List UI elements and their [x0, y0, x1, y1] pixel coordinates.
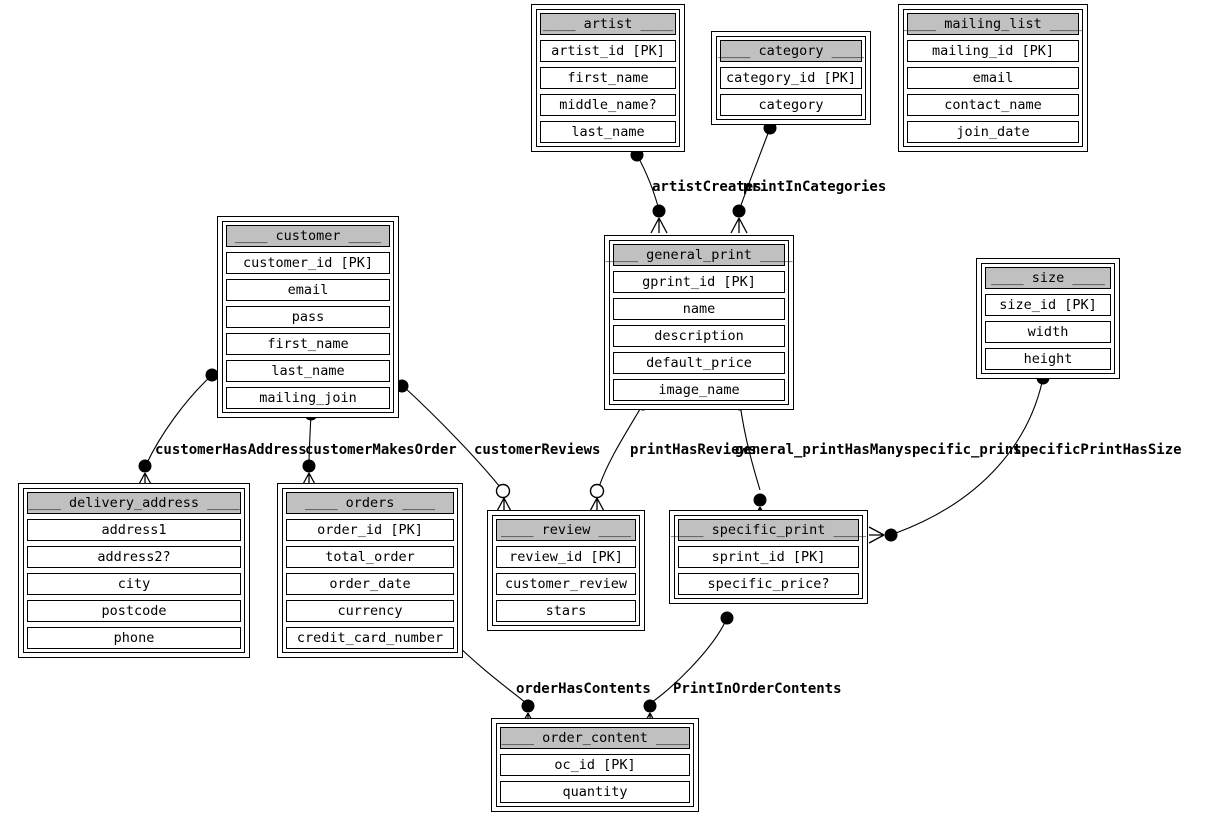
entity-artist-title: ____ artist ____ [540, 13, 676, 35]
entity-category-title: ____ category ____ [718, 40, 864, 62]
entity-delivery-address-attribute: postcode [27, 600, 241, 622]
entity-review-inner: ____ review ____ review_id [PK] customer… [492, 515, 640, 626]
entity-mailing-list-attribute: join_date [907, 121, 1079, 143]
entity-size-attribute: size_id [PK] [985, 294, 1111, 316]
entity-mailing-list-attribute: mailing_id [PK] [907, 40, 1079, 62]
relationship-label-general-print-has-many-specific-print: general_printHasManyspecific_print [735, 442, 1022, 458]
entity-review-attribute: review_id [PK] [496, 546, 636, 568]
relationship-label-printInCategories: printInCategories [743, 179, 887, 195]
entity-customer-inner: ____ customer ____ customer_id [PK] emai… [222, 221, 394, 413]
entity-size-attribute: width [985, 321, 1111, 343]
entity-size-title: ____ size ____ [985, 267, 1111, 289]
entity-review-attribute: customer_review [496, 573, 636, 595]
entity-mailing-list-attribute: email [907, 67, 1079, 89]
relationship-label-orderHasContents: orderHasContents [516, 681, 651, 697]
entity-mailing-list-title: ____ mailing_list ____ [904, 13, 1082, 35]
entity-delivery-address-title: ____ delivery_address ____ [27, 492, 241, 514]
entity-delivery-address-attribute: address2? [27, 546, 241, 568]
entity-customer-attribute: pass [226, 306, 390, 328]
entity-artist-attribute: middle_name? [540, 94, 676, 116]
entity-orders-attribute: order_id [PK] [286, 519, 454, 541]
entity-delivery-address-attribute: address1 [27, 519, 241, 541]
entity-orders-title: ____ orders ____ [286, 492, 454, 514]
entity-mailing-list[interactable]: ____ mailing_list ____ mailing_id [PK] e… [898, 4, 1088, 152]
entity-artist-attribute: artist_id [PK] [540, 40, 676, 62]
entity-review[interactable]: ____ review ____ review_id [PK] customer… [487, 510, 645, 631]
entity-artist-attribute: first_name [540, 67, 676, 89]
entity-review-title: ____ review ____ [496, 519, 636, 541]
entity-order-content-attribute: oc_id [PK] [500, 754, 690, 776]
entity-customer-attribute: email [226, 279, 390, 301]
entity-orders-attribute: order_date [286, 573, 454, 595]
entity-customer-attribute: mailing_join [226, 387, 390, 409]
entity-size-attribute: height [985, 348, 1111, 370]
entity-general-print-attribute: description [613, 325, 785, 347]
entity-order-content[interactable]: ____ order_content ____ oc_id [PK] quant… [491, 718, 699, 812]
entity-review-attribute: stars [496, 600, 636, 622]
entity-mailing-list-attribute: contact_name [907, 94, 1079, 116]
edge-PrintInOrderContents [641, 611, 734, 729]
entity-size-inner: ____ size ____ size_id [PK] width height [981, 263, 1115, 374]
entity-category[interactable]: ____ category ____ category_id [PK] cate… [711, 31, 871, 125]
entity-artist-inner: ____ artist ____ artist_id [PK] first_na… [536, 9, 680, 147]
entity-delivery-address-attribute: city [27, 573, 241, 595]
edge-printInCategories [730, 121, 777, 234]
entity-order-content-inner: ____ order_content ____ oc_id [PK] quant… [496, 723, 694, 807]
entity-mailing-list-inner: ____ mailing_list ____ mailing_id [PK] e… [903, 9, 1083, 147]
entity-specific-print[interactable]: ____ specific_print ____ sprint_id [PK] … [669, 510, 868, 604]
entity-delivery-address-attribute: phone [27, 627, 241, 649]
entity-general-print-inner: ____ general_print ____ gprint_id [PK] n… [606, 240, 792, 405]
relationship-label-specificPrintHasSize: specificPrintHasSize [1013, 442, 1182, 458]
entity-category-attribute: category [720, 94, 862, 116]
entity-specific-print-inner: ____ specific_print ____ sprint_id [PK] … [671, 515, 866, 599]
entity-general-print-title: ____ general_print ____ [606, 244, 792, 266]
entity-specific-print-attribute: specific_price? [678, 573, 859, 595]
entity-general-print-attribute: default_price [613, 352, 785, 374]
er-diagram-canvas: ____ artist ____ artist_id [PK] first_na… [0, 0, 1205, 820]
entity-category-attribute: category_id [PK] [720, 67, 862, 89]
entity-delivery-address[interactable]: ____ delivery_address ____ address1 addr… [18, 483, 250, 658]
edge-customerHasAddress [136, 368, 219, 489]
entity-delivery-address-inner: ____ delivery_address ____ address1 addr… [23, 488, 245, 653]
entity-customer-title: ____ customer ____ [226, 225, 390, 247]
entity-customer-attribute: first_name [226, 333, 390, 355]
entity-customer[interactable]: ____ customer ____ customer_id [PK] emai… [217, 216, 399, 418]
entity-orders-attribute: total_order [286, 546, 454, 568]
relationship-label-PrintInOrderContents: PrintInOrderContents [673, 681, 842, 697]
relationship-label-customerMakesOrder: customerMakesOrder [305, 442, 457, 458]
entity-size[interactable]: ____ size ____ size_id [PK] width height [976, 258, 1120, 379]
entity-artist-attribute: last_name [540, 121, 676, 143]
entity-order-content-title: ____ order_content ____ [500, 727, 690, 749]
entity-general-print[interactable]: ____ general_print ____ gprint_id [PK] n… [604, 235, 794, 410]
entity-category-inner: ____ category ____ category_id [PK] cate… [716, 36, 866, 120]
entity-artist[interactable]: ____ artist ____ artist_id [PK] first_na… [531, 4, 685, 152]
entity-order-content-attribute: quantity [500, 781, 690, 803]
entity-general-print-attribute: name [613, 298, 785, 320]
entity-orders-inner: ____ orders ____ order_id [PK] total_ord… [282, 488, 458, 653]
entity-orders-attribute: currency [286, 600, 454, 622]
entity-orders-attribute: credit_card_number [286, 627, 454, 649]
entity-customer-attribute: customer_id [PK] [226, 252, 390, 274]
entity-general-print-attribute: image_name [613, 379, 785, 401]
relationship-label-customerHasAddress: customerHasAddress [155, 442, 307, 458]
entity-specific-print-title: ____ specific_print ____ [671, 519, 866, 541]
relationship-label-customerReviews: customerReviews [474, 442, 601, 458]
entity-general-print-attribute: gprint_id [PK] [613, 271, 785, 293]
entity-specific-print-attribute: sprint_id [PK] [678, 546, 859, 568]
entity-customer-attribute: last_name [226, 360, 390, 382]
entity-orders[interactable]: ____ orders ____ order_id [PK] total_ord… [277, 483, 463, 658]
edge-general_printHasManyspecific_print [733, 397, 769, 523]
